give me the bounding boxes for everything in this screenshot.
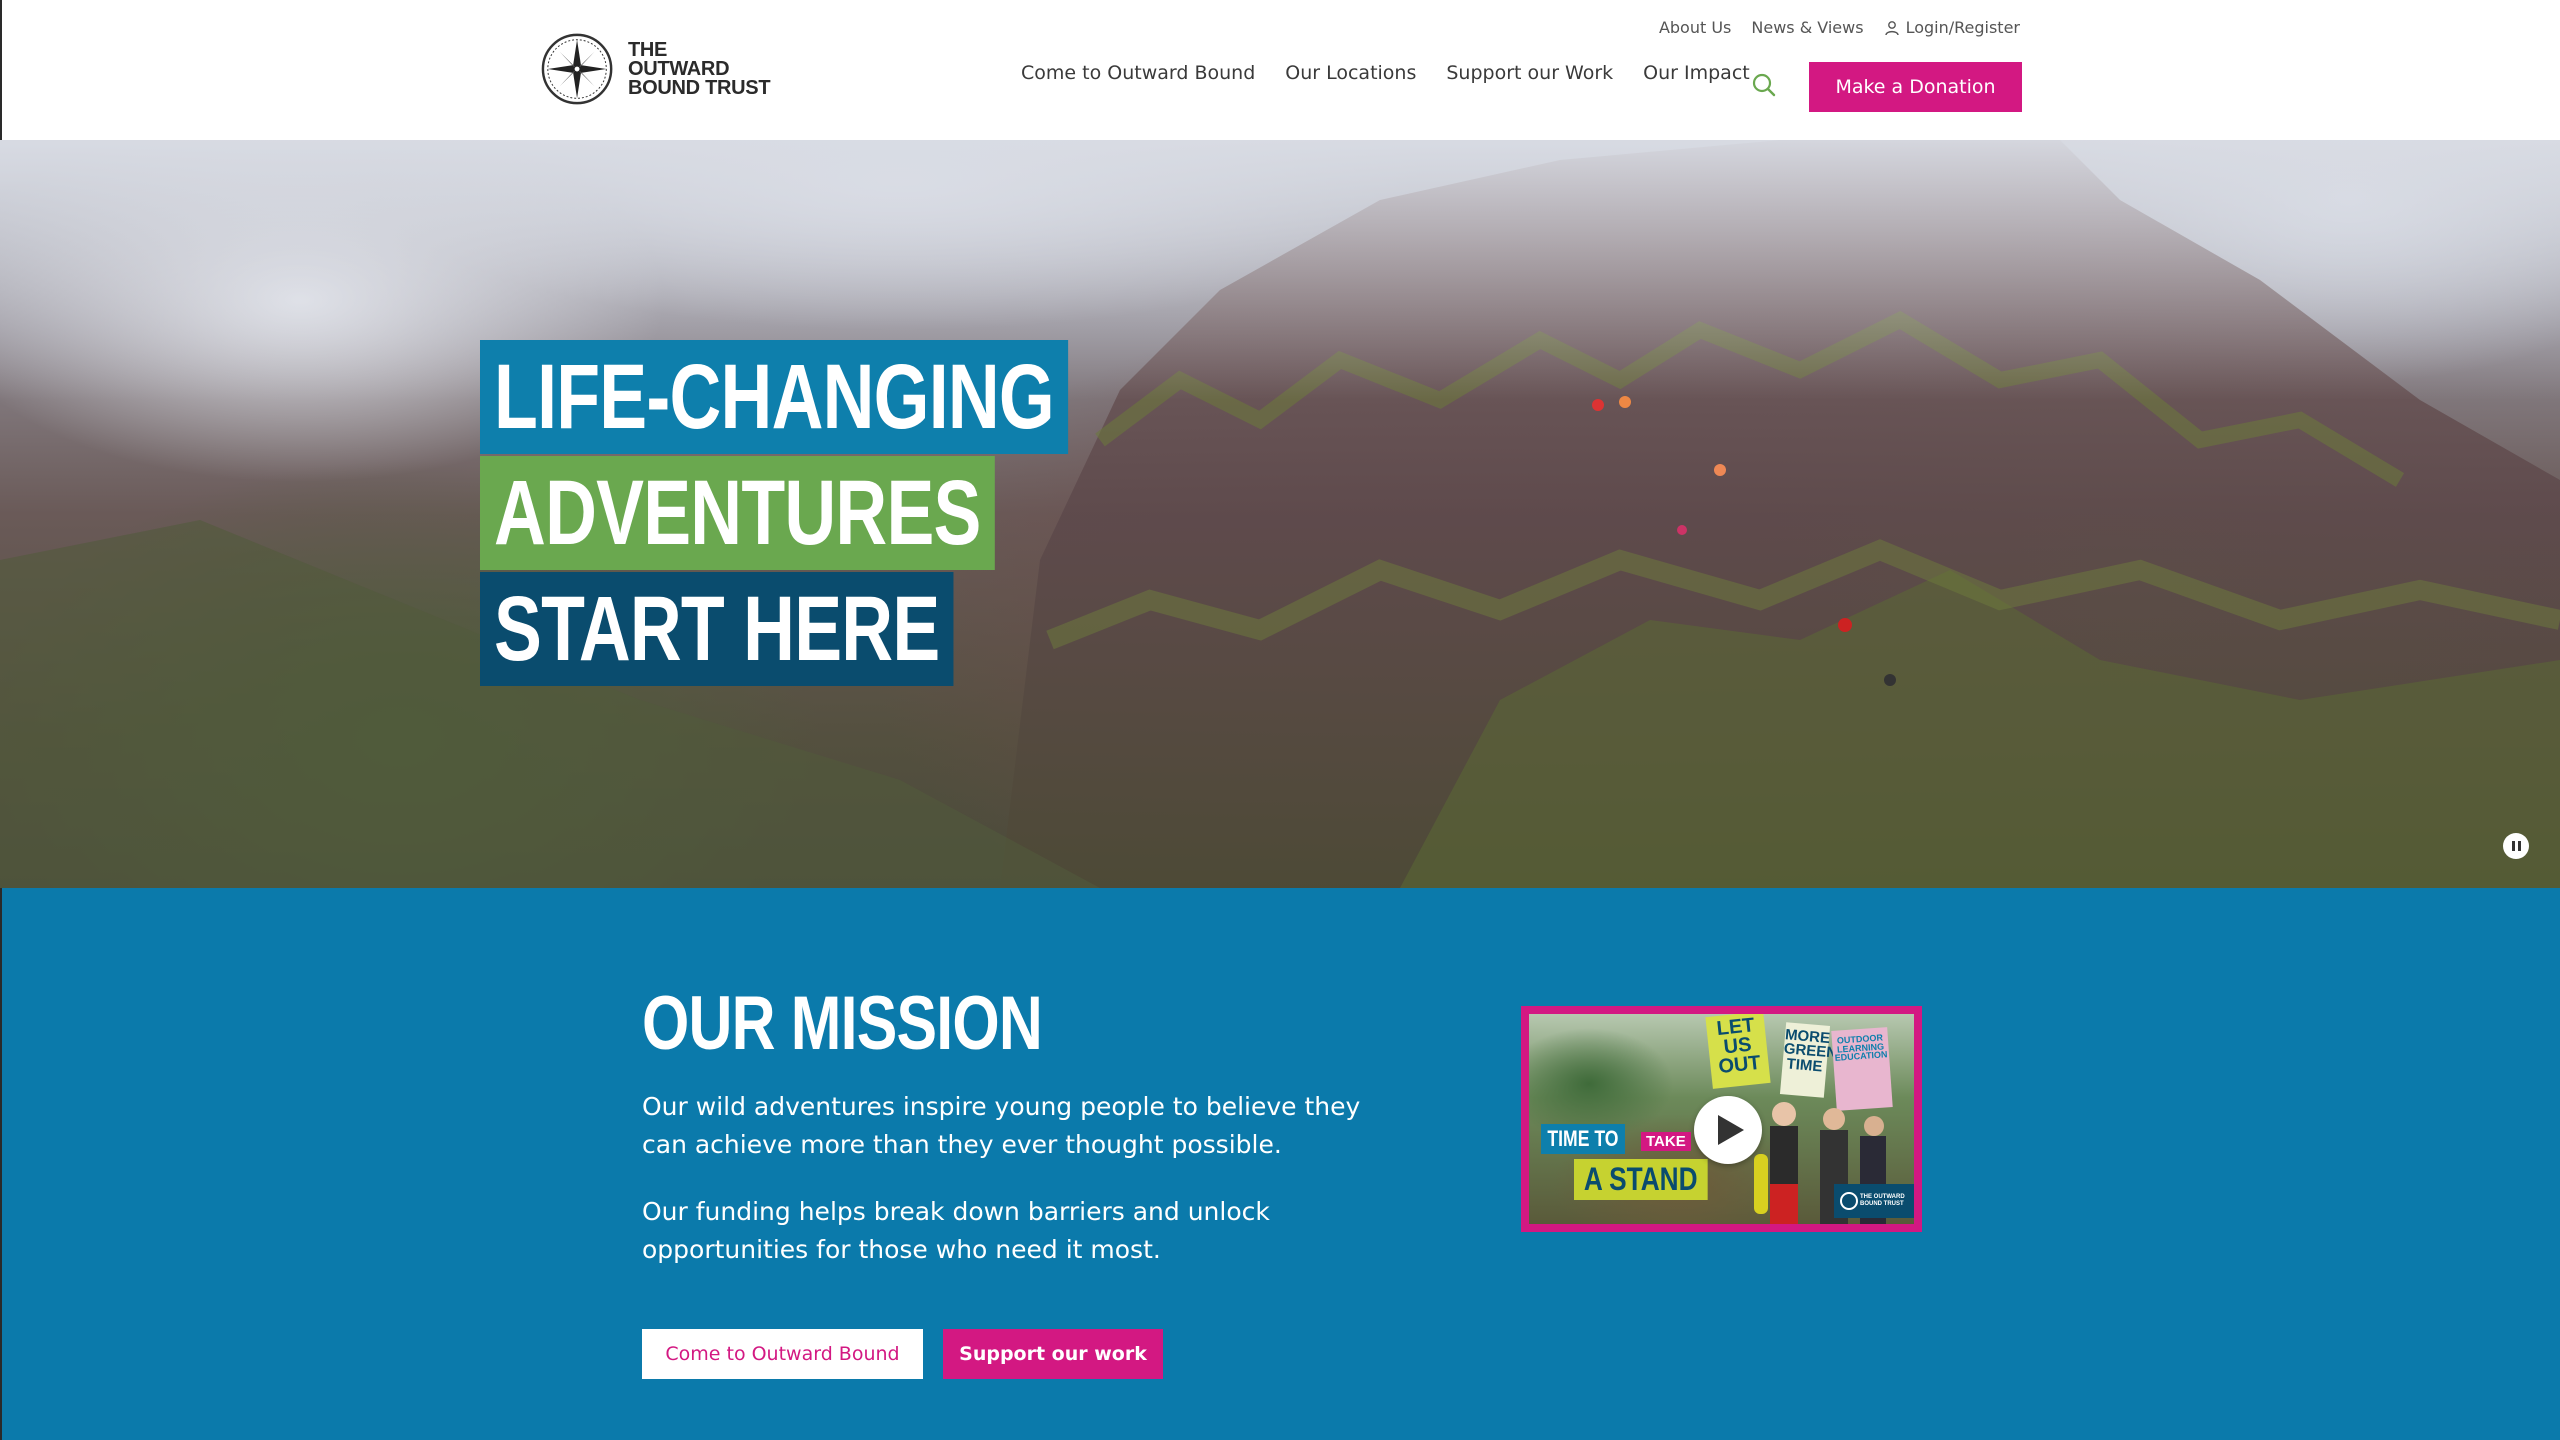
- nav-come-to-outward-bound[interactable]: Come to Outward Bound: [1021, 62, 1255, 84]
- play-icon[interactable]: [1694, 1096, 1762, 1164]
- video-brand-text: THE OUTWARD BOUND TRUST: [1860, 1194, 1905, 1207]
- logo-line-3: BOUND TRUST: [628, 76, 771, 99]
- make-donation-button[interactable]: Make a Donation: [1809, 62, 2022, 112]
- mission-paragraph-2: Our funding helps break down barriers an…: [642, 1197, 1270, 1264]
- protest-sign-let-us-out: LET US OUT: [1705, 1014, 1771, 1089]
- support-our-work-button[interactable]: Support our work: [943, 1329, 1163, 1379]
- logo-line-1: THE: [628, 38, 668, 61]
- compass-rose-icon: [1840, 1192, 1858, 1210]
- mission-video[interactable]: LET US OUT MORE GREEN TIME OUTDOOR LEARN…: [1521, 1006, 1922, 1232]
- logo-line-2: OUTWARD: [628, 57, 730, 80]
- site-logo[interactable]: THE OUTWARD BOUND TRUST: [540, 30, 771, 108]
- mission-section: OUR MISSION Our wild adventures inspire …: [0, 888, 2560, 1440]
- hero-mountain-image: [0, 140, 2560, 888]
- nav-our-impact[interactable]: Our Impact: [1643, 62, 1750, 84]
- about-us-link[interactable]: About Us: [1659, 18, 1731, 37]
- news-views-link[interactable]: News & Views: [1751, 18, 1863, 37]
- hero-headline: LIFE-CHANGING ADVENTURES START HERE: [480, 340, 1234, 688]
- compass-rose-icon: [541, 33, 613, 105]
- site-header: THE OUTWARD BOUND TRUST About Us News & …: [0, 0, 2560, 140]
- come-to-outward-bound-button[interactable]: Come to Outward Bound: [642, 1329, 923, 1379]
- headline-line-1: LIFE-CHANGING: [480, 340, 1068, 454]
- video-caption-a-stand: A STAND: [1574, 1159, 1708, 1200]
- utility-nav: About Us News & Views Login/Register: [1659, 18, 2020, 37]
- login-register-link[interactable]: Login/Register: [1884, 18, 2020, 37]
- video-brand-badge: THE OUTWARD BOUND TRUST: [1834, 1184, 1914, 1218]
- headline-line-2: ADVENTURES: [480, 456, 995, 570]
- nav-our-locations[interactable]: Our Locations: [1285, 62, 1416, 84]
- hero-banner: LIFE-CHANGING ADVENTURES START HERE: [0, 140, 2560, 888]
- pause-icon[interactable]: [2503, 833, 2529, 859]
- nav-support-our-work[interactable]: Support our Work: [1446, 62, 1613, 84]
- mission-title: OUR MISSION: [642, 981, 1043, 1066]
- main-nav: Come to Outward Bound Our Locations Supp…: [1021, 62, 1780, 84]
- video-caption-time-to: TIME TO: [1541, 1124, 1625, 1154]
- headline-line-3: START HERE: [480, 572, 954, 686]
- login-register-label: Login/Register: [1905, 18, 2020, 37]
- video-thumbnail: LET US OUT MORE GREEN TIME OUTDOOR LEARN…: [1529, 1014, 1914, 1224]
- mission-paragraph-1: Our wild adventures inspire young people…: [642, 1092, 1361, 1159]
- user-icon: [1884, 20, 1899, 35]
- logo-wordmark: THE OUTWARD BOUND TRUST: [628, 38, 771, 99]
- video-caption-take: TAKE: [1641, 1132, 1691, 1151]
- search-icon[interactable]: [1751, 72, 1777, 98]
